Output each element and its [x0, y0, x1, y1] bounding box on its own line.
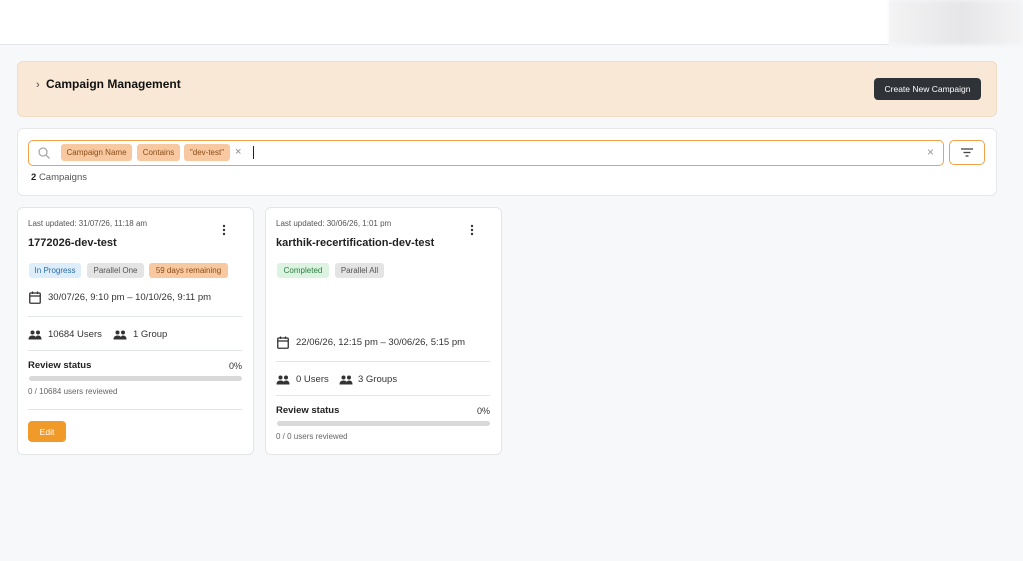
users-count: 10684 Users — [48, 329, 102, 340]
remaining-badge: 59 days remaining — [149, 263, 228, 278]
review-progress-bar — [29, 376, 242, 381]
clear-search-icon[interactable]: × — [927, 145, 934, 159]
date-range: 22/06/26, 12:15 pm – 30/06/26, 5:15 pm — [296, 337, 466, 348]
filter-chip-operator[interactable]: Contains — [137, 144, 180, 161]
campaign-count-label: Campaigns — [38, 172, 87, 183]
divider — [28, 409, 242, 410]
review-status-label: Review status — [28, 360, 92, 371]
divider — [28, 316, 242, 317]
last-updated: Last updated: 30/06/26, 1:01 pm — [276, 219, 392, 228]
users-icon — [276, 375, 290, 385]
page-title: Campaign Management — [46, 77, 181, 91]
divider — [276, 395, 490, 396]
filter-chip-field[interactable]: Campaign Name — [61, 144, 132, 161]
calendar-icon — [29, 291, 41, 304]
campaign-count-number: 2 — [31, 172, 37, 183]
text-cursor — [253, 146, 254, 159]
groups-count: 3 Groups — [358, 374, 398, 385]
more-options-icon[interactable] — [469, 224, 475, 236]
top-app-bar — [0, 0, 889, 45]
status-badge: In Progress — [29, 263, 81, 278]
status-badge: Completed — [277, 263, 329, 278]
groups-count: 1 Group — [133, 329, 168, 340]
review-percent: 0% — [476, 406, 490, 416]
last-updated: Last updated: 31/07/26, 11:18 am — [28, 219, 148, 228]
campaign-count: 2 Campaigns — [31, 172, 87, 183]
divider — [28, 350, 242, 351]
more-options-icon[interactable] — [221, 224, 227, 236]
divider — [276, 361, 490, 362]
users-count: 0 Users — [296, 374, 329, 385]
campaign-name[interactable]: karthik-recertification-dev-test — [276, 237, 434, 249]
review-percent: 0% — [228, 361, 242, 371]
groups-icon — [339, 375, 353, 385]
users-reviewed: 0 / 0 users reviewed — [276, 432, 348, 441]
users-reviewed: 0 / 10684 users reviewed — [28, 387, 118, 396]
create-new-campaign-button[interactable]: Create New Campaign — [874, 78, 981, 100]
calendar-icon — [277, 336, 289, 349]
edit-button[interactable]: Edit — [28, 421, 66, 442]
blurred-profile-area — [889, 0, 1023, 45]
filter-button[interactable] — [949, 140, 985, 165]
remove-filter-icon[interactable]: × — [235, 145, 241, 159]
search-icon — [38, 147, 50, 159]
groups-icon — [113, 330, 127, 340]
chevron-right-icon[interactable]: › — [36, 79, 40, 91]
review-status-label: Review status — [276, 405, 340, 416]
users-icon — [28, 330, 42, 340]
filter-chip-value[interactable]: "dev-test" — [184, 144, 230, 161]
campaign-name[interactable]: 1772026-dev-test — [28, 237, 117, 249]
type-badge: Parallel One — [87, 263, 144, 278]
type-badge: Parallel All — [335, 263, 384, 278]
filter-icon — [961, 148, 973, 157]
date-range: 30/07/26, 9:10 pm – 10/10/26, 9:11 pm — [48, 292, 212, 303]
review-progress-bar — [277, 421, 490, 426]
